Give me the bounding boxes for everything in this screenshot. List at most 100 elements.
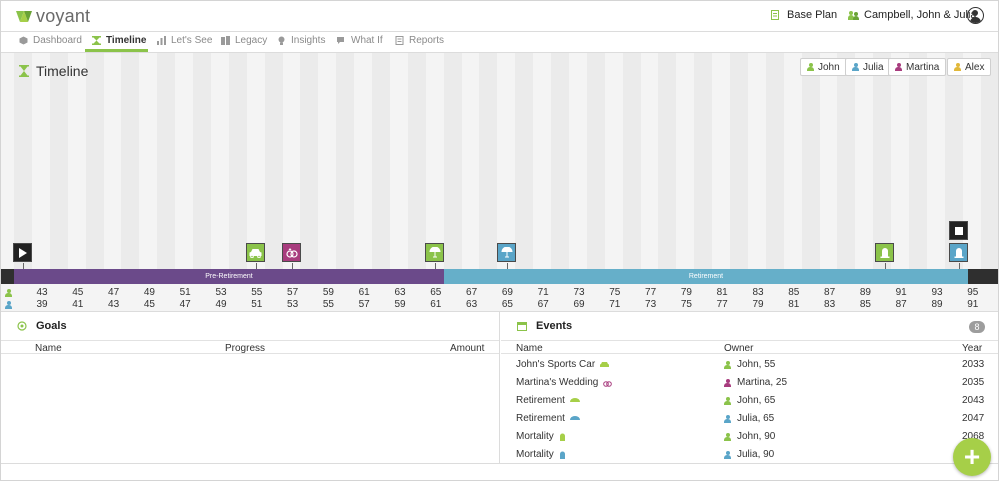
start-play-icon[interactable]	[13, 243, 32, 262]
events-col-year[interactable]: Year	[962, 343, 982, 354]
tombstone-icon	[559, 433, 566, 441]
age-value: 63	[466, 299, 478, 310]
timeline-stripe	[980, 53, 998, 269]
age-value: 43	[108, 299, 120, 310]
profile-icon[interactable]	[967, 7, 984, 24]
tab-legacy[interactable]: Legacy	[221, 35, 267, 46]
age-value: 55	[251, 287, 263, 298]
plan-selector[interactable]: Base Plan	[771, 9, 837, 21]
goals-col-amount[interactable]: Amount	[450, 343, 484, 354]
age-value: 83	[824, 299, 836, 310]
retirement-label: Retirement	[688, 273, 724, 280]
legend-julia[interactable]: Julia	[845, 58, 891, 76]
event-row[interactable]: Retirement John, 65 2043	[501, 392, 998, 410]
goals-col-name[interactable]: Name	[35, 343, 62, 354]
age-value: 59	[322, 287, 334, 298]
events-col-owner[interactable]: Owner	[724, 343, 753, 354]
tab-what-if-label: What If	[351, 35, 383, 46]
person-icon	[724, 396, 731, 405]
age-value: 47	[179, 299, 191, 310]
tab-insights[interactable]: Insights	[277, 35, 325, 46]
event-name-text: Retirement	[516, 413, 565, 424]
event-name: Martina's Wedding	[516, 377, 613, 388]
tab-lets-see[interactable]: Let's See	[157, 35, 212, 46]
timeline-heading: Timeline	[19, 63, 88, 79]
legend-martina-label: Martina	[906, 61, 940, 73]
event-row[interactable]: Martina's Wedding Martina, 25 2035	[501, 374, 998, 392]
age-value: 77	[716, 299, 728, 310]
timeline-stripe	[443, 53, 462, 269]
john-person-icon	[5, 289, 12, 297]
events-heading: Events	[517, 320, 572, 332]
person-icon	[954, 63, 961, 71]
mortality-tombstone-event-icon[interactable]	[949, 243, 968, 262]
sports-car-event-icon[interactable]	[246, 243, 265, 262]
goals-table-header: Name Progress Amount	[1, 340, 499, 354]
add-button[interactable]: +	[953, 438, 991, 476]
timeline-stripe	[765, 53, 784, 269]
legend-john-label: John	[818, 61, 840, 73]
age-value: 85	[788, 287, 800, 298]
event-name-text: Mortality	[516, 449, 554, 460]
logo-text: voyant	[36, 6, 91, 26]
umbrella-icon	[569, 397, 580, 404]
age-value: 75	[680, 299, 692, 310]
age-value: 71	[609, 299, 621, 310]
timeline-stripe	[694, 53, 713, 269]
event-name: Mortality	[516, 449, 566, 460]
legend-alex-label: Alex	[965, 61, 985, 73]
event-owner-text: John, 55	[737, 359, 776, 370]
event-row[interactable]: MortalityJulia, 902072	[501, 446, 998, 464]
household-selector[interactable]: Campbell, John & Julia	[848, 9, 977, 21]
events-table-header: Name Owner Year	[501, 340, 998, 354]
pre-retirement-bar[interactable]: Pre-Retirement	[14, 269, 444, 284]
event-name: Retirement	[516, 413, 580, 424]
age-value: 69	[501, 287, 513, 298]
event-row[interactable]: Retirement Julia, 65 2047	[501, 410, 998, 428]
retirement-umbrella-event-icon[interactable]	[425, 243, 444, 262]
timeline-title: Timeline	[36, 63, 89, 79]
household-icon	[848, 10, 859, 20]
goals-col-progress[interactable]: Progress	[225, 343, 265, 354]
person-icon	[807, 63, 814, 71]
person-icon	[724, 450, 731, 459]
lightbulb-icon	[278, 36, 285, 45]
goals-heading: Goals	[17, 320, 67, 332]
plan-label: Base Plan	[787, 9, 838, 21]
tab-timeline[interactable]: Timeline	[92, 35, 146, 46]
event-row[interactable]: John's Sports Car John, 55 2033	[501, 356, 998, 374]
age-value: 67	[466, 287, 478, 298]
age-value: 61	[430, 299, 442, 310]
tab-reports[interactable]: Reports	[395, 35, 444, 46]
legend-martina[interactable]: Martina	[888, 58, 947, 76]
events-panel: Events Name Owner Year John's Sports Car…	[501, 312, 998, 464]
retirement-umbrella-event-icon[interactable]	[497, 243, 516, 262]
events-col-name[interactable]: Name	[516, 343, 543, 354]
ages-row-julia: 39 41 43 45 47 49 51 53 55 57 59 61 63 65 67 69 71 73 75 77…	[1, 299, 998, 311]
legend-john[interactable]: John	[800, 58, 847, 76]
retirement-bar[interactable]: Retirement	[444, 269, 968, 284]
tab-dashboard[interactable]: Dashboard	[19, 35, 82, 46]
mortality-tombstone-event-icon[interactable]	[875, 243, 894, 262]
age-value: 49	[215, 299, 227, 310]
age-value: 39	[36, 299, 48, 310]
sports-car-icon	[600, 361, 610, 368]
age-value: 93	[931, 287, 943, 298]
age-value: 45	[72, 287, 84, 298]
age-value: 77	[645, 287, 657, 298]
timeline-icon	[92, 36, 101, 45]
wedding-rings-event-icon[interactable]	[282, 243, 301, 262]
age-value: 63	[394, 287, 406, 298]
event-row[interactable]: Mortality John, 90 2068	[501, 428, 998, 446]
footer-divider	[1, 463, 998, 464]
voyant-logo[interactable]: voyant	[15, 6, 90, 26]
timeline-stripe	[121, 53, 140, 269]
tab-dashboard-label: Dashboard	[33, 35, 82, 46]
tab-what-if[interactable]: What If	[337, 35, 383, 46]
end-stop-icon[interactable]	[949, 221, 968, 240]
timeline-stripe	[14, 53, 32, 269]
age-value: 53	[215, 287, 227, 298]
age-value: 43	[36, 287, 48, 298]
pre-retirement-label: Pre-Retirement	[205, 273, 253, 280]
legend-alex[interactable]: Alex	[947, 58, 992, 76]
